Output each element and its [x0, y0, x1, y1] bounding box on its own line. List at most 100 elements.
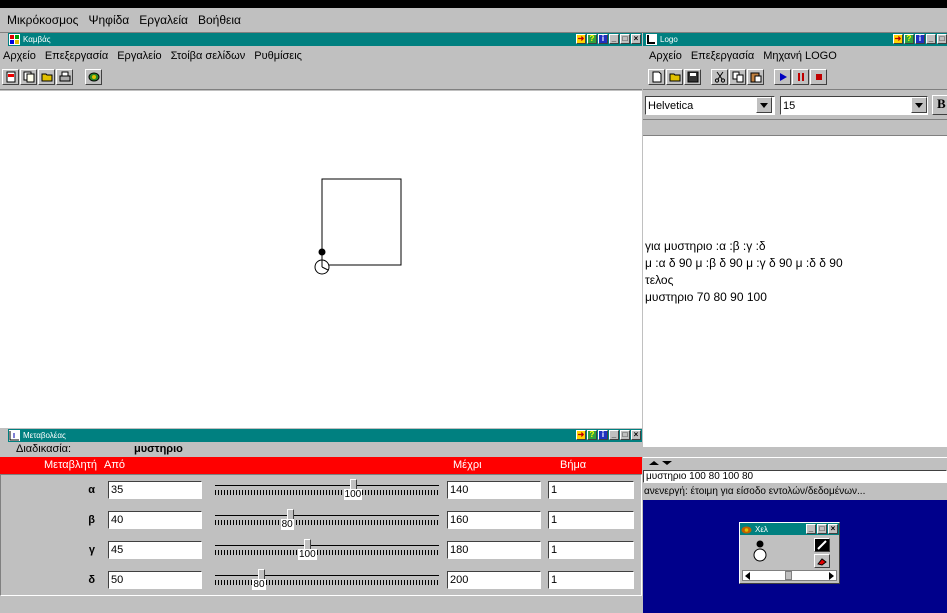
variables-rows: α 35 100 140 1 β 40 80 160 1 γ 45 100 18… — [0, 474, 642, 596]
variable-name: γ — [88, 544, 95, 556]
to-field[interactable]: 200 — [447, 571, 541, 589]
slider-value: 80 — [252, 579, 266, 590]
editor-line: τελος — [645, 273, 674, 287]
logo-title: Logo — [660, 35, 678, 44]
console-area: Χελ _ □ × — [643, 500, 947, 613]
editor-line: μ :α δ 90 μ :β δ 90 μ :γ δ 90 μ :δ δ 90 — [645, 256, 843, 270]
from-field[interactable]: 50 — [108, 571, 202, 589]
canvas-info-button[interactable]: i — [598, 34, 608, 44]
app-menu-tools[interactable]: Εργαλεία — [139, 13, 188, 27]
editor-line: για μυστηριο :α :β :γ :δ — [645, 239, 766, 253]
bold-button[interactable]: B — [932, 95, 947, 115]
from-field[interactable]: 40 — [108, 511, 202, 529]
logo-menu-edit[interactable]: Επεξεργασία — [691, 50, 754, 62]
font-size-value: 15 — [783, 99, 796, 112]
save-icon[interactable] — [684, 69, 701, 85]
variables-close-button[interactable]: × — [631, 430, 641, 440]
value-slider[interactable]: 80 — [213, 509, 441, 531]
paste-icon[interactable] — [747, 69, 765, 85]
new-page-icon[interactable] — [2, 69, 19, 85]
stop-icon[interactable] — [810, 69, 828, 85]
header-from: Από — [104, 459, 126, 471]
canvas-maximize-button[interactable]: □ — [620, 34, 630, 44]
logo-window-icon — [646, 34, 657, 45]
drawn-square — [321, 178, 402, 266]
duplicate-page-icon[interactable] — [20, 69, 37, 85]
step-field[interactable]: 1 — [548, 571, 634, 589]
procedure-row: Διαδικασία: μυστηριο — [0, 442, 642, 457]
screen-top-strip — [0, 0, 947, 8]
open-folder-icon[interactable] — [38, 69, 55, 85]
canvas-help-button[interactable]: ? — [587, 34, 597, 44]
scroll-left-icon[interactable] — [744, 572, 752, 580]
variables-title-bar[interactable]: Μεταβολέας ➜ ? i _ □ × — [8, 429, 642, 442]
drawing-canvas[interactable] — [0, 91, 642, 428]
turtle-maximize-button[interactable]: □ — [817, 523, 827, 534]
pen-tool-icon[interactable] — [814, 538, 830, 552]
bold-label: B — [937, 96, 946, 111]
font-size-select[interactable]: 15 — [780, 96, 928, 115]
logo-pin-button[interactable]: ➜ — [893, 34, 903, 44]
copy-icon[interactable] — [729, 69, 747, 85]
value-slider[interactable]: 100 — [213, 479, 441, 501]
step-field[interactable]: 1 — [548, 481, 634, 499]
app-menu-help[interactable]: Βοήθεια — [198, 13, 241, 27]
turtle-minimize-button[interactable]: _ — [806, 523, 816, 534]
canvas-menu-page-stack[interactable]: Στοίβα σελίδων — [171, 50, 246, 62]
to-field[interactable]: 180 — [447, 541, 541, 559]
cut-icon[interactable] — [711, 69, 729, 85]
play-icon[interactable] — [774, 69, 792, 85]
turtle-title-bar[interactable]: Χελ _ □ × — [740, 523, 839, 535]
logo-info-button[interactable]: i — [915, 34, 925, 44]
logo-minimize-button[interactable]: _ — [926, 34, 936, 44]
turtle-scrollbar[interactable] — [742, 570, 837, 581]
logo-help-button[interactable]: ? — [904, 34, 914, 44]
slider-value: 80 — [280, 519, 294, 530]
logo-editor[interactable]: για μυστηριο :α :β :γ :δ μ :α δ 90 μ :β … — [643, 135, 947, 447]
canvas-menu-edit[interactable]: Επεξεργασία — [45, 50, 108, 62]
variables-pin-button[interactable]: ➜ — [576, 430, 586, 440]
step-field[interactable]: 1 — [548, 541, 634, 559]
value-slider[interactable]: 80 — [213, 569, 441, 591]
scroll-right-icon[interactable] — [827, 572, 835, 580]
app-menu-microcosm[interactable]: Μικρόκοσμος — [7, 13, 78, 27]
logo-menu-file[interactable]: Αρχείο — [649, 50, 682, 62]
canvas-minimize-button[interactable]: _ — [609, 34, 619, 44]
command-line-input[interactable]: μυστηριο 100 80 100 80 — [643, 470, 947, 483]
canvas-menu-tool[interactable]: Εργαλείο — [117, 50, 161, 62]
canvas-menu-settings[interactable]: Ρυθμίσεις — [254, 50, 302, 62]
to-field[interactable]: 160 — [447, 511, 541, 529]
from-field[interactable]: 35 — [108, 481, 202, 499]
variables-info-button[interactable]: i — [598, 430, 608, 440]
app-menu-tile[interactable]: Ψηφίδα — [88, 13, 129, 27]
splitter-bar[interactable] — [643, 457, 947, 469]
variables-maximize-button[interactable]: □ — [620, 430, 630, 440]
logo-maximize-button[interactable]: □ — [937, 34, 947, 44]
logo-menu-engine[interactable]: Μηχανή LOGO — [763, 50, 837, 62]
open-folder-icon[interactable] — [666, 69, 683, 85]
font-name-dropdown-icon[interactable] — [756, 97, 772, 113]
step-field[interactable]: 1 — [548, 511, 634, 529]
variables-window: Μεταβολέας ➜ ? i _ □ × Διαδικασία: μυστη… — [0, 429, 642, 613]
canvas-title-bar[interactable]: Καμβάς ➜ ? i _ □ × — [8, 33, 642, 46]
slider-value: 100 — [297, 549, 317, 560]
eraser-tool-icon[interactable] — [814, 554, 830, 568]
scroll-thumb[interactable] — [785, 571, 792, 580]
canvas-menu-file[interactable]: Αρχείο — [3, 50, 36, 62]
pause-icon[interactable] — [792, 69, 810, 85]
font-size-dropdown-icon[interactable] — [911, 97, 927, 113]
print-icon[interactable] — [56, 69, 73, 85]
variables-help-button[interactable]: ? — [587, 430, 597, 440]
canvas-pin-button[interactable]: ➜ — [576, 34, 586, 44]
canvas-close-button[interactable]: × — [631, 34, 641, 44]
variable-row-delta: δ 50 80 200 1 — [1, 567, 640, 595]
logo-title-bar[interactable]: Logo ➜ ? i _ □ — [643, 33, 947, 46]
turtle-tool-icon[interactable] — [85, 69, 103, 85]
new-file-icon[interactable] — [648, 69, 665, 85]
turtle-pen-dot — [318, 248, 326, 256]
variables-minimize-button[interactable]: _ — [609, 430, 619, 440]
from-field[interactable]: 45 — [108, 541, 202, 559]
to-field[interactable]: 140 — [447, 481, 541, 499]
value-slider[interactable]: 100 — [213, 539, 441, 561]
turtle-close-button[interactable]: × — [828, 523, 838, 534]
